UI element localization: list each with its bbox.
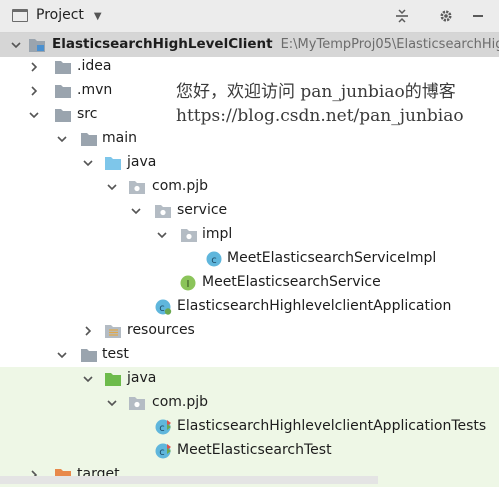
tree-row-meet-test[interactable]: c MeetElasticsearchTest <box>0 439 499 463</box>
watermark-line-2: https://blog.csdn.net/pan_junbiao <box>176 106 464 126</box>
chevron-down-icon[interactable] <box>8 33 24 57</box>
project-view-icon <box>12 8 28 22</box>
watermark-line-1: 您好，欢迎访问 pan_junbiao的博客 <box>176 82 456 102</box>
horizontal-scrollbar[interactable] <box>0 476 378 484</box>
svg-text:c: c <box>159 303 165 314</box>
root-module-label: ElasticsearchHighLevelClient E:\MyTempPro… <box>52 36 499 52</box>
tree-label: com.pjb <box>152 178 209 194</box>
class-icon: c <box>206 251 222 267</box>
package-icon <box>129 181 145 194</box>
tree-label: MeetElasticsearchTest <box>177 442 332 458</box>
project-view-title: Project <box>36 7 84 23</box>
tree-label: src <box>77 106 98 122</box>
folder-icon <box>55 85 71 98</box>
tree-label: MeetElasticsearchServiceImpl <box>227 250 437 266</box>
folder-icon <box>55 61 71 74</box>
chevron-right-icon[interactable] <box>26 79 42 103</box>
chevron-down-icon[interactable] <box>80 367 96 391</box>
package-icon <box>155 205 171 218</box>
chevron-right-icon[interactable] <box>26 55 42 79</box>
tree-label: ElasticsearchHighlevelclientApplicationT… <box>177 418 487 434</box>
tree-row-test[interactable]: test <box>0 343 499 367</box>
chevron-down-icon[interactable] <box>26 103 42 127</box>
resources-root-icon <box>105 325 121 338</box>
tree-row-idea[interactable]: .idea <box>0 55 499 79</box>
tree-label: .idea <box>77 58 112 74</box>
chevron-down-icon[interactable] <box>54 127 70 151</box>
tree-label: resources <box>127 322 195 338</box>
spring-boot-class-icon: c <box>155 299 172 315</box>
tree-row-java-test[interactable]: java <box>0 367 499 391</box>
source-root-icon <box>105 157 121 170</box>
tree-label: service <box>177 202 228 218</box>
folder-icon <box>55 109 71 122</box>
tree-row-impl-class[interactable]: c MeetElasticsearchServiceImpl <box>0 247 499 271</box>
tree-row-service[interactable]: service <box>0 199 499 223</box>
svg-text:c: c <box>159 423 165 434</box>
root-module-name: ElasticsearchHighLevelClient <box>52 36 273 52</box>
svg-text:c: c <box>159 447 165 458</box>
chevron-down-icon[interactable] <box>104 175 120 199</box>
tree-row-java-main[interactable]: java <box>0 151 499 175</box>
folder-icon <box>81 133 97 146</box>
tree-label: main <box>102 130 137 146</box>
project-tool-window-header: Project ▼ <box>0 0 499 33</box>
project-view-selector[interactable]: Project ▼ <box>12 7 102 23</box>
svg-text:I: I <box>187 279 190 290</box>
interface-icon: I <box>180 275 196 291</box>
tree-row-pkg-main[interactable]: com.pjb <box>0 175 499 199</box>
svg-text:c: c <box>211 255 217 266</box>
tree-label: .mvn <box>77 82 113 98</box>
tree-label: com.pjb <box>152 394 209 410</box>
chevron-down-icon[interactable] <box>80 151 96 175</box>
chevron-down-icon[interactable] <box>154 223 170 247</box>
tree-row-root[interactable]: ElasticsearchHighLevelClient E:\MyTempPro… <box>0 33 499 57</box>
chevron-down-icon[interactable]: ▼ <box>94 11 102 22</box>
chevron-down-icon[interactable] <box>128 199 144 223</box>
tree-row-impl[interactable]: impl <box>0 223 499 247</box>
tree-label: ElasticsearchHighlevelclientApplication <box>177 298 452 314</box>
collapse-all-icon[interactable] <box>390 4 414 28</box>
root-module-path: E:\MyTempProj05\ElasticsearchHigh <box>280 37 499 52</box>
tree-label: impl <box>202 226 233 242</box>
tree-row-service-interface[interactable]: I MeetElasticsearchService <box>0 271 499 295</box>
tree-row-pkg-test[interactable]: com.pjb <box>0 391 499 415</box>
gear-icon[interactable] <box>434 4 458 28</box>
chevron-down-icon[interactable] <box>104 391 120 415</box>
folder-icon <box>81 349 97 362</box>
tree-row-app-class[interactable]: c ElasticsearchHighlevelclientApplicatio… <box>0 295 499 319</box>
tree-row-app-tests[interactable]: c ElasticsearchHighlevelclientApplicatio… <box>0 415 499 439</box>
chevron-right-icon[interactable] <box>80 319 96 343</box>
package-icon <box>129 397 145 410</box>
tree-row-resources[interactable]: resources <box>0 319 499 343</box>
package-icon <box>181 229 197 242</box>
test-class-icon: c <box>155 419 171 435</box>
module-folder-icon <box>29 39 45 52</box>
tree-row-main[interactable]: main <box>0 127 499 151</box>
test-source-root-icon <box>105 373 121 386</box>
tree-label: java <box>127 370 157 386</box>
test-class-icon: c <box>155 443 171 459</box>
hide-panel-icon[interactable] <box>466 4 490 28</box>
tree-label: MeetElasticsearchService <box>202 274 381 290</box>
chevron-down-icon[interactable] <box>54 343 70 367</box>
tree-label: java <box>127 154 157 170</box>
blog-watermark: 您好，欢迎访问 pan_junbiao的博客 https://blog.csdn… <box>176 80 464 128</box>
tree-label: test <box>102 346 129 362</box>
